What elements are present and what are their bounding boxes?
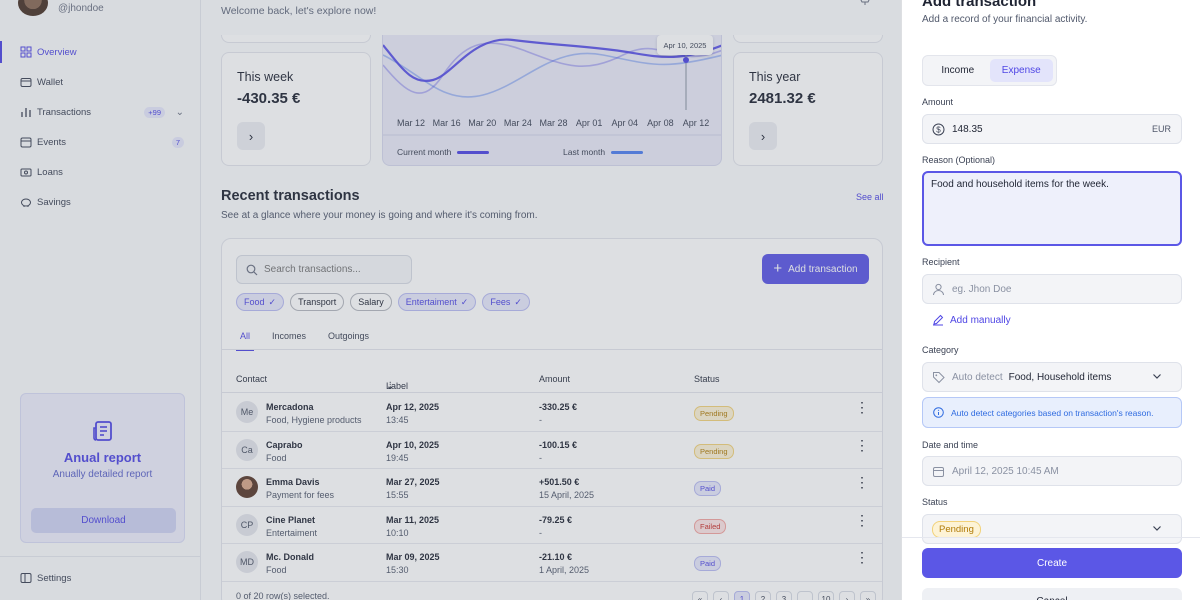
reason-textarea[interactable]: Food and household items for the week. <box>922 171 1182 246</box>
currency-label: EUR <box>1151 124 1171 134</box>
recipient-label: Recipient <box>922 257 960 267</box>
income-option[interactable]: Income <box>926 59 990 82</box>
info-icon <box>933 407 944 418</box>
add-transaction-panel: Add transaction Add a record of your fin… <box>902 0 1200 600</box>
status-label: Status <box>922 497 948 507</box>
cancel-button[interactable]: Cancel <box>922 588 1182 600</box>
recipient-field[interactable]: eg. Jhon Doe <box>922 274 1182 304</box>
calendar-icon <box>933 466 944 477</box>
create-button[interactable]: Create <box>922 548 1182 578</box>
amount-label: Amount <box>922 97 954 107</box>
reason-label: Reason (Optional) <box>922 155 996 165</box>
modal-backdrop[interactable] <box>0 0 902 600</box>
divider <box>902 537 1200 538</box>
category-select[interactable]: Auto detect Food, Household items <box>922 362 1182 392</box>
tag-icon <box>933 371 945 383</box>
add-manually-link[interactable]: Add manually <box>932 314 1011 326</box>
info-text: Auto detect categories based on transact… <box>951 407 1154 418</box>
chevron-down-icon <box>1153 374 1161 379</box>
category-label: Category <box>922 345 959 355</box>
user-icon <box>933 283 944 295</box>
transaction-type-toggle: Income Expense <box>922 55 1057 86</box>
panel-subtitle: Add a record of your financial activity. <box>922 14 1088 25</box>
add-manually-label: Add manually <box>950 314 1011 326</box>
chevron-down-icon <box>1153 526 1161 531</box>
auto-detect-info: Auto detect categories based on transact… <box>922 397 1182 428</box>
date-value: April 12, 2025 10:45 AM <box>952 465 1059 477</box>
amount-value: 148.35 <box>952 123 983 135</box>
pen-icon <box>933 314 944 326</box>
recipient-placeholder: eg. Jhon Doe <box>952 283 1012 295</box>
status-value: Pending <box>932 520 981 538</box>
amount-field[interactable]: $ 148.35 EUR <box>922 114 1182 144</box>
date-field[interactable]: April 12, 2025 10:45 AM <box>922 456 1182 486</box>
auto-detect-label: Auto detect <box>952 371 1003 383</box>
status-select[interactable]: Pending <box>922 514 1182 544</box>
panel-title: Add transaction <box>922 0 1037 10</box>
svg-text:$: $ <box>936 125 941 134</box>
expense-option[interactable]: Expense <box>989 59 1053 82</box>
dollar-circle-icon: $ <box>932 123 945 135</box>
category-value: Food, Household items <box>1008 371 1112 383</box>
date-label: Date and time <box>922 440 979 450</box>
